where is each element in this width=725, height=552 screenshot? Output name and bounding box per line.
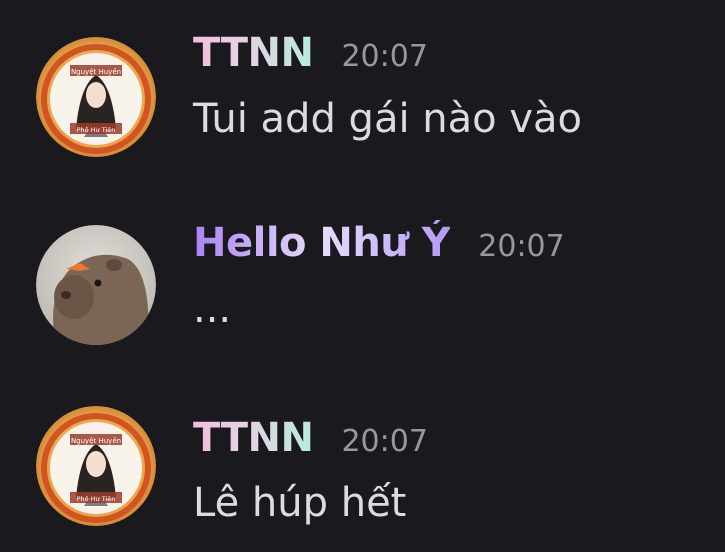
message-header: TTNN 20:07 bbox=[193, 30, 428, 76]
avatar-top-label: Nguyệt Huyền bbox=[71, 437, 121, 445]
user-avatar[interactable]: Nguyệt Huyền Phố Hư Tiên bbox=[36, 406, 156, 526]
avatar-bottom-label: Phố Hư Tiên bbox=[77, 495, 116, 503]
capybara-avatar-icon bbox=[36, 225, 156, 345]
user-avatar[interactable] bbox=[36, 225, 156, 345]
avatar-top-label: Nguyệt Huyền bbox=[71, 68, 121, 76]
message-header: Hello Như Ý 20:07 bbox=[193, 220, 565, 266]
anime-character-avatar-icon: Nguyệt Huyền Phố Hư Tiên bbox=[36, 37, 156, 157]
message-content: Lê húp hết bbox=[193, 480, 407, 526]
message-content: Tui add gái nào vào bbox=[193, 96, 582, 142]
avatar-bottom-label: Phố Hư Tiên bbox=[77, 126, 116, 134]
anime-character-avatar-icon: Nguyệt Huyền Phố Hư Tiên bbox=[36, 406, 156, 526]
timestamp: 20:07 bbox=[341, 424, 428, 459]
message-content: ... bbox=[193, 286, 232, 332]
username[interactable]: Hello Như Ý bbox=[193, 220, 451, 266]
username[interactable]: TTNN bbox=[193, 415, 314, 461]
username[interactable]: TTNN bbox=[193, 30, 314, 76]
timestamp: 20:07 bbox=[341, 39, 428, 74]
message-item: Hello Như Ý 20:07 ... bbox=[0, 190, 725, 345]
timestamp: 20:07 bbox=[478, 229, 565, 264]
message-item: Nguyệt Huyền Phố Hư Tiên TTNN 20:07 Lê h… bbox=[0, 380, 725, 530]
user-avatar[interactable]: Nguyệt Huyền Phố Hư Tiên bbox=[36, 37, 156, 157]
message-item: Nguyệt Huyền Phố Hư Tiên TTNN 20:07 Tui … bbox=[0, 0, 725, 157]
message-header: TTNN 20:07 bbox=[193, 415, 428, 461]
